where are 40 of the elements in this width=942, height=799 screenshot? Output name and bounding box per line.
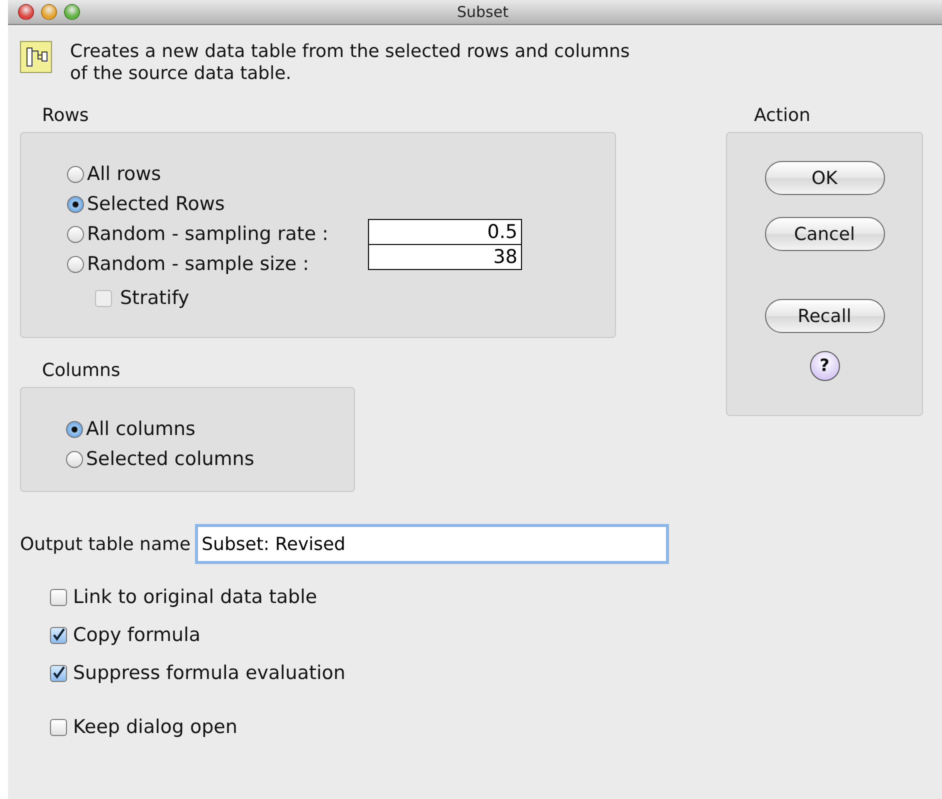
radio-button[interactable] [66, 450, 83, 468]
radio-button[interactable] [67, 196, 84, 212]
field-label: Output table name [20, 534, 191, 554]
window-title: Subset [457, 3, 508, 21]
checkbox[interactable] [50, 588, 67, 606]
radio-button[interactable] [67, 166, 84, 182]
option-label: Selected Rows [87, 193, 225, 215]
checkbox-label: Stratify [120, 287, 190, 309]
zoom-button[interactable] [64, 4, 80, 20]
checkbox[interactable] [50, 626, 67, 644]
checkmark-icon [52, 666, 66, 680]
subset-table-icon [20, 41, 52, 73]
checkbox-label: Suppress formula evaluation [73, 662, 346, 684]
close-button[interactable] [18, 4, 34, 20]
checkbox[interactable] [50, 718, 67, 736]
help-button[interactable]: ? [810, 351, 840, 381]
radio-button[interactable] [67, 226, 84, 242]
dialog-button[interactable]: Recall [764, 299, 884, 333]
dialog-button[interactable]: OK [764, 161, 884, 195]
option-label: Random - sample size : [87, 253, 309, 275]
group-label: Columns [42, 360, 122, 381]
checkmark-icon [52, 628, 66, 642]
option-label: Random - sampling rate : [87, 223, 328, 245]
checkbox[interactable] [50, 664, 67, 682]
checkbox-label: Copy formula [73, 624, 200, 646]
checkbox-label: Link to original data table [73, 586, 318, 608]
option-label: Selected columns [86, 448, 254, 470]
minimize-button[interactable] [41, 4, 57, 20]
group-label: Rows [42, 105, 90, 126]
dialog-button[interactable]: Cancel [764, 217, 884, 251]
radio-button[interactable] [66, 420, 83, 438]
option-label: All columns [86, 418, 196, 440]
number-field[interactable]: 0.5 [368, 219, 522, 245]
checkbox-label: Keep dialog open [73, 716, 238, 738]
output-name-field[interactable]: Subset: Revised [194, 524, 669, 564]
number-field[interactable]: 38 [368, 244, 522, 270]
radio-button[interactable] [67, 256, 84, 272]
group-label: Action [754, 105, 812, 126]
option-label: All rows [87, 163, 162, 185]
description-text: Creates a new data table from the selected rows and columns of the source data table. [70, 41, 630, 85]
